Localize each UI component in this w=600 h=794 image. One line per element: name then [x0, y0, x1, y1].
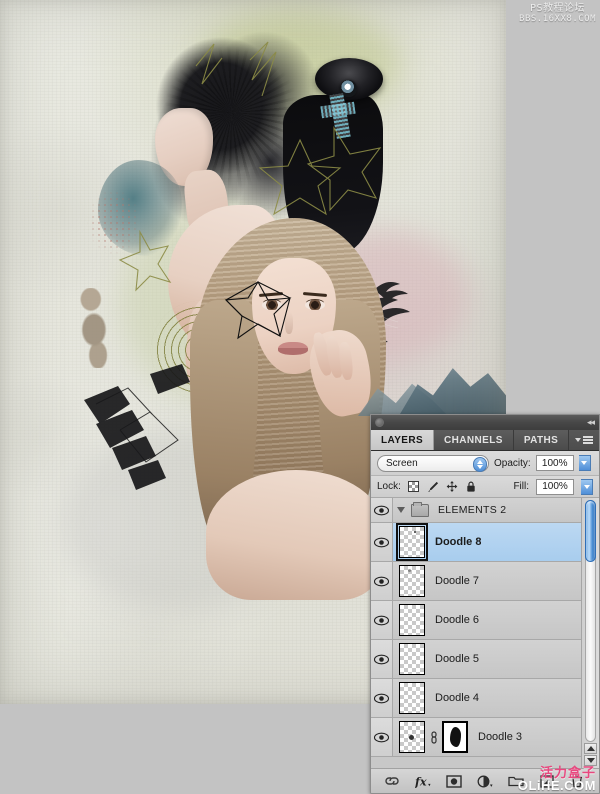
- layer-name-doodle-5[interactable]: Doodle 5: [435, 653, 479, 665]
- visibility-toggle-group[interactable]: [371, 498, 393, 522]
- scrollbar-thumb[interactable]: [585, 500, 596, 562]
- layer-thumbnail-doodle-6[interactable]: [399, 604, 425, 636]
- panel-grip-dot: [375, 418, 384, 427]
- lock-label: Lock:: [377, 481, 401, 492]
- group-disclosure-triangle-icon[interactable]: [393, 507, 409, 513]
- svg-text:fx: fx: [415, 775, 427, 788]
- fill-input[interactable]: 100%: [536, 478, 574, 495]
- scroll-up-button[interactable]: [584, 743, 597, 754]
- watermark-bottom: 活力盒子 OLiHE.COM: [518, 766, 596, 793]
- layers-list[interactable]: ELEMENTS 2 Doodle 8 Doodle 7 Doodle 6 Do…: [371, 498, 599, 768]
- scrollbar-buttons[interactable]: [584, 743, 597, 766]
- layers-scrollbar[interactable]: [581, 498, 599, 768]
- opacity-input[interactable]: 100%: [535, 455, 574, 471]
- hamburger-lines-icon: [583, 436, 594, 444]
- layer-thumbnail-doodle-8[interactable]: [396, 523, 428, 561]
- layer-rows[interactable]: ELEMENTS 2 Doodle 8 Doodle 7 Doodle 6 Do…: [371, 498, 581, 768]
- layer-row-doodle-6[interactable]: Doodle 6: [371, 601, 581, 640]
- new-adjustment-layer-icon[interactable]: [477, 773, 493, 789]
- visibility-toggle-doodle-6[interactable]: [371, 601, 393, 639]
- opacity-stepper-icon[interactable]: [578, 455, 591, 471]
- layer-row-doodle-5[interactable]: Doodle 5: [371, 640, 581, 679]
- blend-mode-row[interactable]: Screen Opacity: 100%: [371, 451, 599, 476]
- layer-thumbnail-doodle-3[interactable]: [399, 721, 425, 753]
- layer-name-doodle-4[interactable]: Doodle 4: [435, 692, 479, 704]
- watermark-top-line2: BBS.16XX8.COM: [519, 13, 596, 24]
- layer-name-doodle-3[interactable]: Doodle 3: [478, 731, 522, 743]
- lock-image-brush-icon[interactable]: [427, 481, 439, 493]
- fill-label: Fill:: [513, 481, 529, 492]
- add-layer-mask-icon[interactable]: [446, 773, 462, 789]
- visibility-toggle-doodle-4[interactable]: [371, 679, 393, 717]
- opacity-label: Opacity:: [494, 457, 531, 469]
- layer-style-fx-icon[interactable]: fx: [415, 773, 431, 789]
- visibility-toggle-doodle-8[interactable]: [371, 523, 393, 561]
- tab-layers[interactable]: LAYERS: [371, 430, 435, 450]
- tab-channels[interactable]: CHANNELS: [434, 430, 514, 450]
- layer-thumbnail-doodle-4[interactable]: [399, 682, 425, 714]
- visibility-toggle-doodle-5[interactable]: [371, 640, 393, 678]
- folder-icon: [411, 501, 429, 517]
- layer-name-group: ELEMENTS 2: [438, 504, 507, 516]
- link-layers-icon[interactable]: [384, 773, 400, 789]
- visibility-toggle-doodle-7[interactable]: [371, 562, 393, 600]
- panel-menu-icon[interactable]: [569, 430, 599, 450]
- layer-row-group-elements-2[interactable]: ELEMENTS 2: [371, 498, 581, 523]
- collapse-panel-icon[interactable]: ◂◂: [587, 418, 595, 427]
- layer-name-doodle-8[interactable]: Doodle 8: [435, 536, 481, 548]
- lock-transparency-icon[interactable]: [408, 481, 420, 493]
- blend-mode-select[interactable]: Screen: [377, 454, 489, 472]
- mask-link-icon[interactable]: [428, 730, 439, 744]
- blend-mode-value: Screen: [386, 457, 418, 469]
- lock-all-icon[interactable]: [465, 481, 477, 493]
- layer-name-doodle-7[interactable]: Doodle 7: [435, 575, 479, 587]
- layer-name-doodle-6[interactable]: Doodle 6: [435, 614, 479, 626]
- layer-row-doodle-4[interactable]: Doodle 4: [371, 679, 581, 718]
- visibility-toggle-doodle-3[interactable]: [371, 718, 393, 756]
- panel-titlebar[interactable]: ◂◂: [371, 415, 599, 430]
- tab-paths[interactable]: PATHS: [513, 430, 570, 450]
- layer-thumbnail-doodle-7[interactable]: [399, 565, 425, 597]
- watermark-bottom-en: OLiHE.COM: [517, 778, 596, 794]
- layer-row-doodle-7[interactable]: Doodle 7: [371, 562, 581, 601]
- layers-panel[interactable]: ◂◂ LAYERS CHANNELS PATHS Screen Opacity:…: [370, 414, 600, 794]
- layer-thumbnail-doodle-5[interactable]: [399, 643, 425, 675]
- layer-row-doodle-8[interactable]: Doodle 8: [371, 523, 581, 562]
- blend-mode-stepper-icon[interactable]: [473, 456, 487, 472]
- watermark-top: PS教程论坛 BBS.16XX8.COM: [519, 3, 596, 24]
- layer-mask-thumbnail-doodle-3[interactable]: [442, 721, 468, 753]
- layer-row-doodle-3[interactable]: Doodle 3: [371, 718, 581, 757]
- lock-position-move-icon[interactable]: [446, 480, 458, 493]
- chevron-down-icon: [575, 438, 582, 442]
- panel-tabbar[interactable]: LAYERS CHANNELS PATHS: [371, 430, 599, 451]
- fill-stepper-icon[interactable]: [581, 478, 593, 495]
- watermark-bottom-cn: 活力盒子: [539, 764, 596, 780]
- watermark-top-line1: PS教程论坛: [530, 3, 586, 14]
- lock-row[interactable]: Lock: Fill: 100%: [371, 476, 599, 498]
